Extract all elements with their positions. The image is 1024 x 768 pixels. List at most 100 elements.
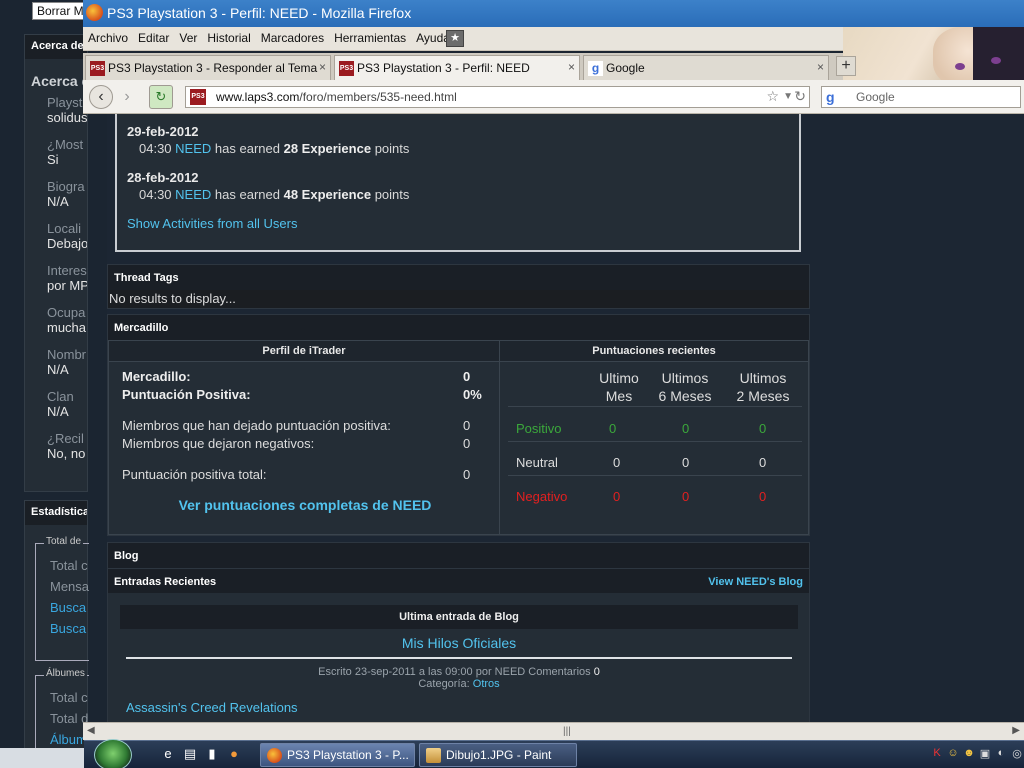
category-link[interactable]: Otros: [473, 678, 500, 690]
background-field: Playst solidus: [47, 95, 87, 125]
view-blog-link[interactable]: View NEED's Blog: [708, 576, 803, 588]
next-entry-link[interactable]: Assassin's Creed Revelations: [120, 690, 798, 715]
theme-eye-art: [955, 63, 965, 70]
menu-ver[interactable]: Ver: [174, 27, 202, 45]
taskbar-paint-button[interactable]: Dibujo1.JPG - Paint: [419, 743, 577, 767]
show-all-activities-link[interactable]: Show Activities from all Users: [117, 216, 799, 231]
ie-icon[interactable]: e: [160, 746, 176, 762]
star-bookmark-icon[interactable]: ★: [446, 30, 464, 47]
window-titlebar[interactable]: PS3 Playstation 3 - Perfil: NEED - Mozil…: [83, 0, 1024, 27]
negative-members-value: 0: [463, 436, 471, 451]
search-input[interactable]: g Google: [821, 86, 1021, 108]
background-field: ¿Most Si: [47, 137, 84, 167]
background-about-subtitle: Acerca d: [31, 73, 87, 89]
background-search-link[interactable]: Busca: [36, 600, 89, 621]
positive-score-label: Puntuación Positiva:: [122, 387, 251, 402]
background-field: Nombr N/A: [47, 347, 87, 377]
recent-ratings-head: Puntuaciones recientes: [500, 341, 808, 362]
menu-historial[interactable]: Historial: [202, 27, 255, 45]
entry-meta: Escrito 23-sep-2011 a las 09:00 por NEED…: [318, 666, 600, 678]
firefox-quicklaunch-icon[interactable]: ●: [226, 746, 242, 762]
background-field: Interes por MP: [47, 263, 87, 293]
site-identity-icon[interactable]: PS3: [190, 89, 206, 105]
forward-arrow-icon[interactable]: ›: [115, 85, 139, 109]
volume-icon[interactable]: ◐: [994, 747, 1008, 761]
background-scrollbar[interactable]: [0, 748, 84, 768]
reload-icon[interactable]: ↻: [149, 85, 173, 109]
google-favicon-icon: g: [588, 61, 603, 76]
activity-entry: 04:30 NEED has earned 28 Experience poin…: [139, 141, 410, 156]
entry-title-link[interactable]: Mis Hilos Oficiales: [120, 629, 798, 651]
horizontal-scrollbar[interactable]: ◀ ||| ▶: [83, 722, 1024, 740]
rating-value: 0: [682, 455, 690, 470]
bookmark-star-icon[interactable]: ☆: [766, 88, 779, 105]
recent-ratings-column: Puntuaciones recientes Ultimo Mes Ultimos…: [499, 340, 809, 535]
network-icon[interactable]: ▣: [978, 747, 992, 761]
blog-panel: Blog Entradas Recientes View NEED's Blog…: [107, 542, 810, 722]
menu-editar[interactable]: Editar: [133, 27, 174, 45]
latest-entry-box: Ultima entrada de Blog Mis Hilos Oficial…: [120, 605, 798, 722]
mercadillo-value: 0: [463, 369, 471, 384]
background-search-link[interactable]: Busca: [36, 621, 89, 642]
back-arrow-icon[interactable]: ‹: [89, 85, 113, 109]
tab-responder[interactable]: PS3 PS3 Playstation 3 - Responder al Tem…: [85, 55, 331, 80]
close-icon[interactable]: ×: [817, 60, 824, 74]
firefox-icon: [86, 4, 103, 21]
settings-icon[interactable]: ◎: [1010, 747, 1024, 761]
window-title: PS3 Playstation 3 - Perfil: NEED - Mozil…: [107, 5, 412, 21]
background-field: Ocupa mucha: [47, 305, 87, 335]
scroll-right-icon[interactable]: ▶: [1012, 725, 1020, 736]
user-link[interactable]: NEED: [175, 187, 211, 202]
activity-date: 29-feb-2012: [127, 124, 199, 139]
close-icon[interactable]: ×: [319, 60, 326, 74]
positive-members-value: 0: [463, 418, 471, 433]
messenger-icon[interactable]: ☺: [946, 747, 960, 761]
chevron-down-icon[interactable]: ▼: [783, 91, 793, 102]
background-field: Biogra N/A: [47, 179, 85, 209]
rating-column-head: Ultimo Mes: [599, 370, 639, 404]
menu-marcadores[interactable]: Marcadores: [256, 27, 329, 45]
rating-value: 0: [759, 455, 767, 470]
google-search-icon: g: [826, 89, 835, 105]
full-ratings-link[interactable]: Ver puntuaciones completas de NEED: [109, 497, 501, 513]
taskbar-firefox-button[interactable]: PS3 Playstation 3 - P...: [260, 743, 415, 767]
rating-negative-label: Negativo: [516, 489, 568, 504]
ps3-favicon-icon: PS3: [90, 61, 105, 76]
rating-column-head: Ultimos 2 Meses: [736, 370, 790, 404]
blog-head: Blog: [108, 543, 809, 568]
recent-entries-head: Entradas Recientes View NEED's Blog: [108, 568, 809, 593]
paint-icon: [426, 748, 441, 763]
people-icon[interactable]: ☻: [962, 747, 976, 761]
refresh-icon[interactable]: ↻: [794, 88, 806, 105]
menu-archivo[interactable]: Archivo: [83, 27, 133, 45]
rating-value: 0: [682, 421, 690, 436]
firefox-window: PS3 Playstation 3 - Perfil: NEED - Mozil…: [83, 0, 1024, 740]
positive-members-label: Miembros que han dejado puntuación posit…: [122, 418, 391, 433]
new-tab-button[interactable]: +: [836, 56, 856, 76]
background-field: Locali Debajo: [47, 221, 87, 251]
user-link[interactable]: NEED: [175, 141, 211, 156]
antivirus-icon[interactable]: K: [930, 747, 944, 761]
tab-perfil[interactable]: PS3 PS3 Playstation 3 - Perfil: NEED ×: [334, 55, 580, 80]
tab-google[interactable]: g Google ×: [583, 55, 829, 80]
media-icon[interactable]: ▮: [204, 746, 220, 762]
itrader-profile-column: Perfil de iTrader Mercadillo: 0 Puntuaci…: [108, 340, 500, 535]
itrader-profile-head: Perfil de iTrader: [109, 341, 499, 362]
menu-herramientas[interactable]: Herramientas: [329, 27, 411, 45]
folder-icon[interactable]: ▤: [182, 746, 198, 762]
firefox-icon: [267, 748, 282, 763]
thread-tags-head: Thread Tags: [108, 265, 809, 290]
ps3-favicon-icon: PS3: [339, 61, 354, 76]
scroll-left-icon[interactable]: ◀: [87, 725, 95, 736]
url-path: /foro/members/535-need.html: [299, 90, 457, 104]
rating-value: 0: [613, 455, 621, 470]
url-bar[interactable]: PS3 www.laps3.com/foro/members/535-need.…: [185, 86, 810, 108]
theme-eye-art: [991, 57, 1001, 64]
rating-value: 0: [682, 489, 690, 504]
close-icon[interactable]: ×: [568, 60, 575, 74]
background-about-panel: Acerca de Acerca d Playst solidus ¿Most Si…: [24, 34, 88, 492]
start-button[interactable]: [94, 739, 132, 768]
mercadillo-head: Mercadillo: [108, 315, 809, 340]
scroll-grip-icon[interactable]: |||: [563, 726, 571, 737]
page-content: 29-feb-2012 04:30 NEED has earned 28 Exp…: [107, 114, 1024, 722]
